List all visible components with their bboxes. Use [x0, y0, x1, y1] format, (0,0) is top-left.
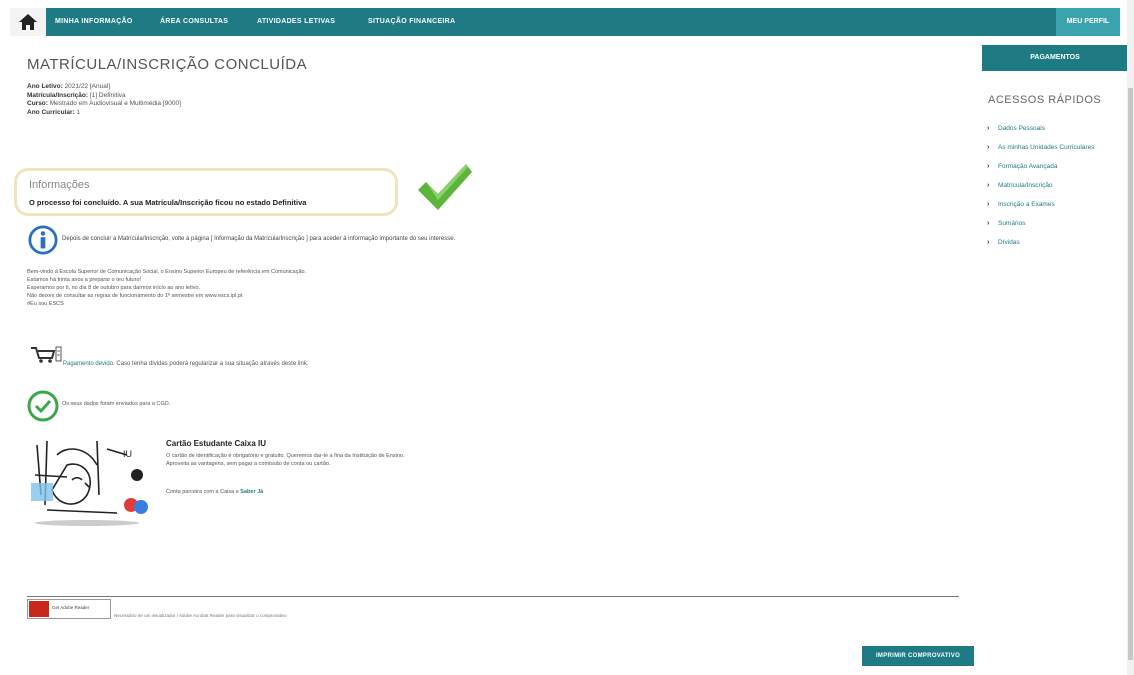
quick-link-dados-pessoais[interactable]: › Dados Pessoais — [986, 124, 1126, 133]
adobe-label: Get Adobe Reader — [52, 605, 90, 610]
page: MINHA INFORMAÇÃO ÁREA CONSULTAS ATIVIDAD… — [0, 0, 1134, 675]
svg-text:IU: IU — [123, 449, 132, 459]
enrollment-notice: Depois de concluir a Matrícula/Inscrição… — [62, 236, 456, 242]
chevron-right-icon: › — [987, 144, 990, 151]
nav-minha-informacao[interactable]: MINHA INFORMAÇÃO — [55, 8, 133, 36]
quick-link-inscricao-exames[interactable]: › Inscrição a Exames — [986, 200, 1126, 209]
welcome-line: Bem-vindo à Escola Superior de Comunicaç… — [27, 269, 307, 275]
meta-value: 1 — [76, 108, 81, 116]
quick-link-matricula[interactable]: › Matrícula/Inscrição — [986, 181, 1126, 190]
meta-value: Mestrado em Audiovisual e Multimédia [90… — [49, 100, 181, 107]
data-sent-text: Os seus dados foram enviados para a CGD. — [62, 401, 171, 407]
nav-atividades-letivas[interactable]: ATIVIDADES LETIVAS — [257, 8, 335, 36]
info-box: Informações O processo foi concluído. A … — [14, 168, 398, 216]
chevron-right-icon: › — [987, 182, 990, 189]
home-button[interactable] — [10, 8, 48, 36]
card-title: Cartão Estudante Caixa IU — [166, 439, 267, 448]
quick-link-label: Dados Pessoais — [998, 125, 1045, 132]
meta-label: Matrícula/Inscrição: — [27, 91, 89, 99]
welcome-line: Estamos há trinta anos a preparar o teu … — [27, 277, 142, 283]
print-receipt-button[interactable]: IMPRIMIR COMPROVATIVO — [862, 646, 974, 666]
meta-value: 2021/22 [Anual] — [64, 83, 111, 90]
student-card-illustration: IU — [27, 435, 155, 527]
adobe-reader-badge[interactable]: Get Adobe Reader — [27, 599, 111, 619]
success-check-icon — [418, 164, 472, 210]
meta-label: Ano Curricular: — [27, 108, 75, 116]
nav-area-consultas[interactable]: ÁREA CONSULTAS — [160, 8, 228, 36]
quick-link-label: Matrícula/Inscrição — [998, 182, 1053, 189]
chevron-right-icon: › — [987, 239, 990, 246]
card-link-row: Conta parceira com a Caixa e Saber Já — [166, 489, 263, 495]
payments-button[interactable]: PAGAMENTOS — [982, 45, 1128, 71]
quick-link-label: As minhas Unidades Curriculares — [998, 144, 1095, 151]
info-heading: Informações — [29, 179, 90, 191]
welcome-line: Esperamos por ti, no dia 8 de outubro pa… — [27, 285, 201, 291]
scrollbar-thumb[interactable] — [1128, 88, 1133, 660]
chevron-right-icon: › — [987, 163, 990, 170]
card-description: O cartão de identificação é obrigatório … — [166, 452, 404, 468]
chevron-right-icon: › — [987, 125, 990, 132]
quick-link-sumarios[interactable]: › Sumários — [986, 219, 1126, 228]
nav-situacao-financeira[interactable]: SITUAÇÃO FINANCEIRA — [368, 8, 455, 36]
quick-link-label: Inscrição a Exames — [998, 201, 1055, 208]
quick-link-unidades-curriculares[interactable]: › As minhas Unidades Curriculares — [986, 143, 1126, 152]
chevron-right-icon: › — [987, 201, 990, 208]
check-circle-icon — [27, 390, 59, 422]
meta-row: Ano Letivo: 2021/22 [Anual] — [27, 83, 181, 92]
payment-row: Pagamento devido. Caso tenha dívidas pod… — [63, 361, 309, 367]
enrollment-meta: Ano Letivo: 2021/22 [Anual] Matrícula/In… — [27, 83, 181, 117]
quick-link-label: Dívidas — [998, 239, 1020, 246]
quick-access-heading: ACESSOS RÁPIDOS — [988, 94, 1102, 106]
info-message: O processo foi concluído. A sua Matrícul… — [29, 198, 307, 207]
meta-label: Ano Letivo: — [27, 83, 63, 90]
card-link-prefix: Conta parceira com a Caixa e — [166, 489, 239, 495]
quick-link-label: Formação Avançada — [998, 163, 1058, 170]
info-icon — [28, 225, 58, 255]
payment-link[interactable]: Pagamento devido. — [63, 361, 115, 367]
page-title: MATRÍCULA/INSCRIÇÃO CONCLUÍDA — [27, 56, 308, 73]
nav-meu-perfil[interactable]: MEU PERFIL — [1056, 8, 1120, 36]
adobe-note: Necessário ter um visualizador / Adobe A… — [114, 613, 287, 618]
quick-link-formacao-avancada[interactable]: › Formação Avançada — [986, 162, 1126, 171]
welcome-line: Não deixes de consultar as regras de fun… — [27, 293, 243, 299]
meta-value: [1] Definitiva — [89, 91, 126, 99]
top-nav-bar: MINHA INFORMAÇÃO ÁREA CONSULTAS ATIVIDAD… — [10, 8, 1120, 36]
welcome-line: #Eu sou ESCS — [27, 301, 64, 307]
meta-row: Matrícula/Inscrição: [1] Definitiva — [27, 92, 181, 101]
home-icon — [19, 14, 37, 30]
quick-link-dividas[interactable]: › Dívidas — [986, 238, 1126, 247]
meta-label: Curso: — [27, 100, 48, 107]
quick-link-label: Sumários — [998, 220, 1026, 227]
card-line: Aproveita as vantagens, sem pagar a comi… — [166, 461, 331, 467]
chevron-right-icon: › — [987, 220, 990, 227]
meta-row: Ano Curricular: 1 — [27, 109, 181, 118]
footer-divider — [27, 596, 959, 597]
payment-cart-icon — [31, 346, 62, 363]
meta-row: Curso: Mestrado em Audiovisual e Multimé… — [27, 100, 181, 109]
card-link[interactable]: Saber Já — [240, 489, 263, 495]
quick-access-list: › Dados Pessoais › As minhas Unidades Curr… — [986, 124, 1126, 257]
adobe-logo-icon — [29, 601, 49, 617]
welcome-text: Bem-vindo à Escola Superior de Comunicaç… — [27, 268, 306, 308]
payment-text: Caso tenha dívidas poderá regularizar a … — [116, 361, 309, 367]
card-line: O cartão de identificação é obrigatório … — [166, 453, 405, 459]
